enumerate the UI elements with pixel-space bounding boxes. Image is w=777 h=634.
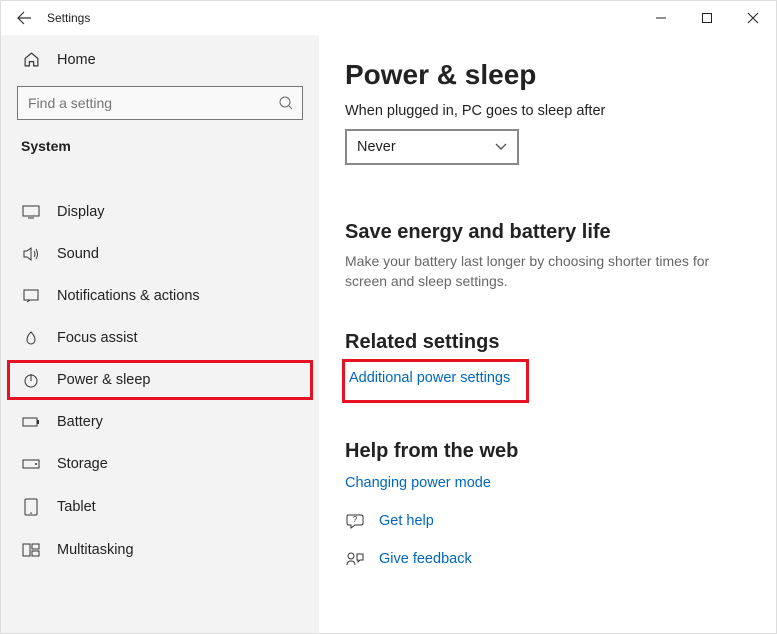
sidebar-item-label: Storage: [57, 456, 108, 472]
give-feedback-icon: [345, 551, 365, 567]
focus-assist-icon: [21, 330, 41, 346]
page-title: Power & sleep: [345, 59, 750, 91]
notifications-icon: [21, 288, 41, 304]
sidebar-item-storage[interactable]: Storage: [7, 444, 313, 484]
back-button[interactable]: [1, 1, 47, 35]
plugged-in-label: When plugged in, PC goes to sleep after: [345, 103, 750, 119]
sidebar-item-multitasking[interactable]: Multitasking: [7, 530, 313, 570]
sidebar-item-label: Display: [57, 204, 105, 220]
display-icon: [21, 205, 41, 219]
search-input[interactable]: [18, 87, 302, 119]
save-energy-heading: Save energy and battery life: [345, 221, 750, 244]
additional-power-settings-highlight: Additional power settings: [345, 362, 526, 400]
sidebar-item-label: Battery: [57, 414, 103, 430]
svg-text:?: ?: [353, 515, 358, 524]
minimize-icon: [655, 12, 667, 24]
sidebar-home[interactable]: Home: [7, 41, 313, 78]
sidebar-item-label: Focus assist: [57, 330, 138, 346]
related-settings-heading: Related settings: [345, 331, 750, 354]
get-help-link[interactable]: Get help: [379, 509, 434, 533]
minimize-button[interactable]: [638, 1, 684, 35]
storage-icon: [21, 459, 41, 469]
chevron-down-icon: [495, 143, 507, 151]
sleep-select[interactable]: Never: [345, 129, 519, 165]
sidebar-section-label: System: [7, 134, 313, 166]
search-input-wrap[interactable]: [17, 86, 303, 120]
main-panel: Power & sleep When plugged in, PC goes t…: [319, 35, 776, 633]
sidebar-item-label: Sound: [57, 246, 99, 262]
sidebar-item-label: Multitasking: [57, 542, 134, 558]
sleep-select-value: Never: [357, 139, 396, 155]
tablet-icon: [21, 498, 41, 516]
window-title: Settings: [47, 11, 90, 25]
sidebar-home-label: Home: [57, 52, 96, 68]
help-from-web-heading: Help from the web: [345, 440, 750, 463]
sidebar-item-tablet[interactable]: Tablet: [7, 486, 313, 528]
home-icon: [21, 51, 41, 68]
sidebar-item-sound[interactable]: Sound: [7, 234, 313, 274]
sidebar-item-label: Notifications & actions: [57, 288, 200, 304]
sidebar-item-label: Power & sleep: [57, 372, 151, 388]
maximize-button[interactable]: [684, 1, 730, 35]
give-feedback-link[interactable]: Give feedback: [379, 547, 472, 571]
sidebar-item-display[interactable]: Display: [7, 192, 313, 232]
close-button[interactable]: [730, 1, 776, 35]
back-arrow-icon: [16, 10, 32, 26]
sidebar: Home System Display Sound Notifications …: [1, 35, 319, 633]
sidebar-item-power-sleep[interactable]: Power & sleep: [7, 360, 313, 400]
search-icon: [278, 95, 294, 111]
additional-power-settings-link[interactable]: Additional power settings: [349, 366, 510, 390]
battery-icon: [21, 416, 41, 428]
sidebar-item-label: Tablet: [57, 499, 96, 515]
maximize-icon: [701, 12, 713, 24]
close-icon: [747, 12, 759, 24]
sound-icon: [21, 246, 41, 262]
sidebar-item-battery[interactable]: Battery: [7, 402, 313, 442]
changing-power-mode-link[interactable]: Changing power mode: [345, 471, 491, 495]
save-energy-body: Make your battery last longer by choosin…: [345, 252, 725, 291]
power-icon: [21, 372, 41, 388]
multitasking-icon: [21, 543, 41, 557]
sidebar-item-notifications[interactable]: Notifications & actions: [7, 276, 313, 316]
get-help-icon: ?: [345, 513, 365, 529]
sidebar-item-focus-assist[interactable]: Focus assist: [7, 318, 313, 358]
